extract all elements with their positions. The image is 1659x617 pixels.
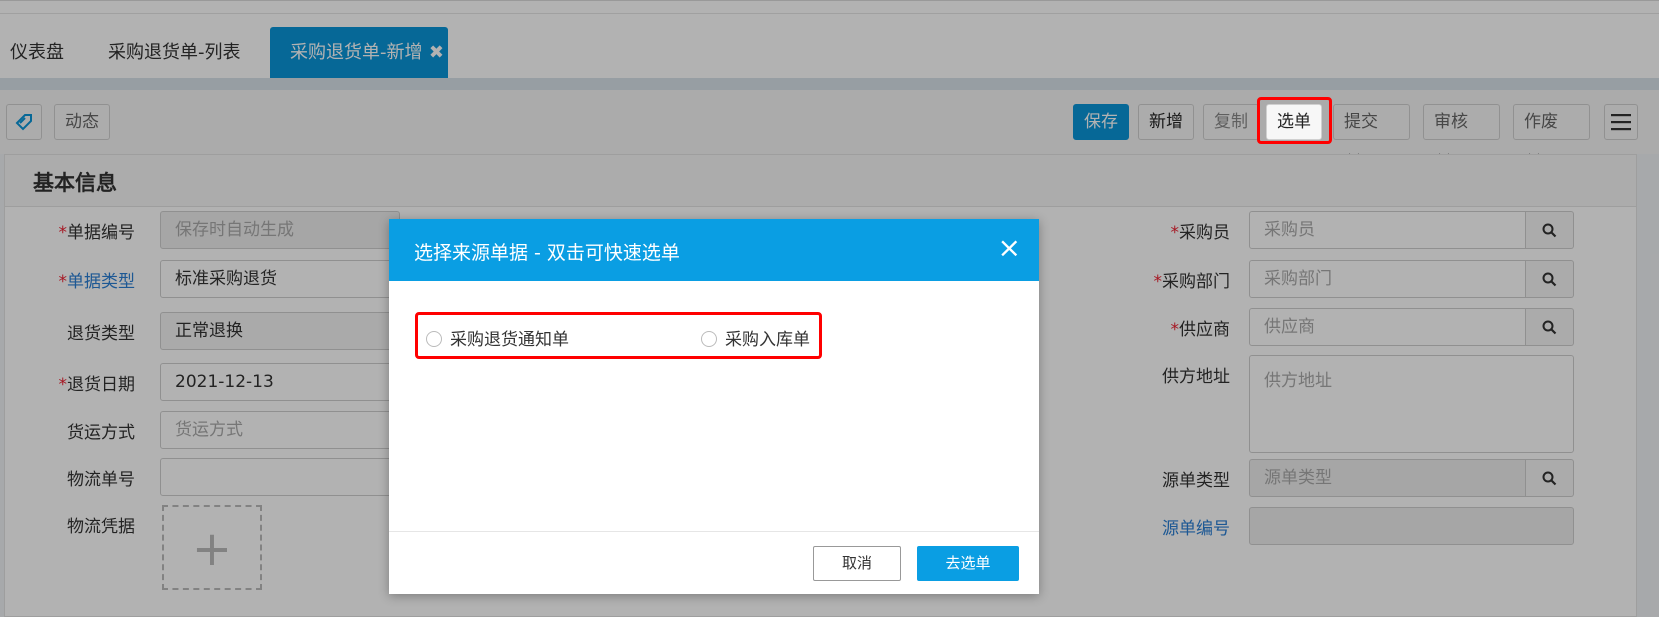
cancel-button[interactable]: 取消 xyxy=(813,546,901,581)
dialog-header: 选择来源单据 - 双击可快速选单 × xyxy=(389,219,1039,281)
radio-purchase-inbound[interactable]: 采购入库单 xyxy=(701,325,810,350)
highlight-box xyxy=(1257,97,1332,144)
go-pick-button[interactable]: 去选单 xyxy=(917,546,1019,581)
select-source-dialog: 选择来源单据 - 双击可快速选单 × 采购退货通知单 采购入库单 取消 去选单 xyxy=(389,219,1039,594)
radio-circle[interactable] xyxy=(701,330,717,347)
radio-purchase-return-notice[interactable]: 采购退货通知单 xyxy=(426,325,569,350)
close-icon[interactable]: × xyxy=(998,233,1021,263)
source-type-radio-group: 采购退货通知单 采购入库单 xyxy=(415,312,822,359)
dialog-title: 选择来源单据 - 双击可快速选单 xyxy=(414,242,680,264)
radio-circle[interactable] xyxy=(426,330,442,347)
radio-label: 采购入库单 xyxy=(725,330,810,350)
dialog-footer: 取消 去选单 xyxy=(389,531,1039,594)
radio-label: 采购退货通知单 xyxy=(450,330,569,350)
